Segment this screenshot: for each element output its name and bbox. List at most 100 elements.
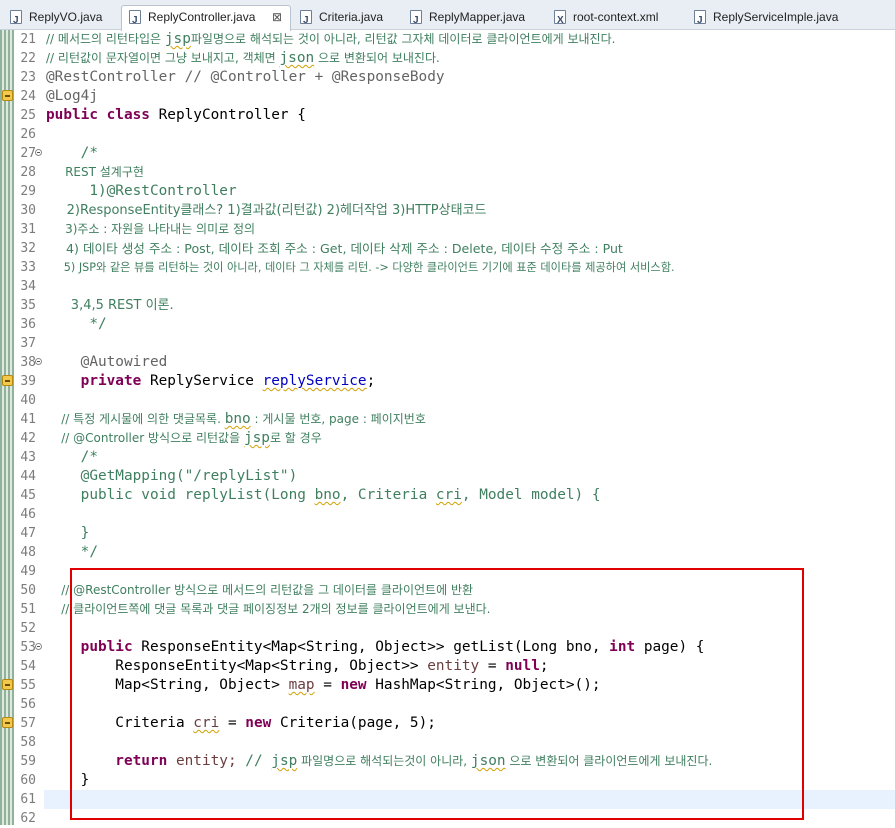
tab-replyvo[interactable]: ReplyVO.java xyxy=(2,5,120,29)
warning-marker-icon[interactable] xyxy=(2,375,13,386)
code-line: 48 */ xyxy=(0,543,895,562)
code-text: @Autowired xyxy=(46,354,168,370)
code-line: 42 // @Controller 방식으로 리턴값을 jsp로 할 경우 xyxy=(0,429,895,448)
highlight-annotation-box xyxy=(70,568,804,820)
tab-label: ReplyController.java xyxy=(148,10,256,24)
java-file-icon xyxy=(694,10,706,29)
line-number: 54 xyxy=(20,659,36,674)
line-number: 24 xyxy=(20,89,36,104)
java-file-icon xyxy=(10,10,22,29)
line-number: 50 xyxy=(20,583,36,598)
code-line: 40 xyxy=(0,391,895,410)
line-number: 39 xyxy=(20,374,36,389)
code-line: 35 3,4,5 REST 이론. xyxy=(0,296,895,315)
code-line: 46 xyxy=(0,505,895,524)
code-text: public void replyList(Long bno, Criteria… xyxy=(46,487,601,503)
code-line: 45 public void replyList(Long bno, Crite… xyxy=(0,486,895,505)
tab-label: ReplyMapper.java xyxy=(429,10,526,24)
code-text: // 메서드의 리턴타입은 jsp파일명으로 해석되는 것이 아니라, 리턴값 … xyxy=(46,31,616,47)
line-number: 46 xyxy=(20,507,36,522)
line-number: 45 xyxy=(20,488,36,503)
line-number: 53 xyxy=(20,640,36,655)
tab-label: root-context.xml xyxy=(573,10,659,24)
code-line: 21 // 메서드의 리턴타입은 jsp파일명으로 해석되는 것이 아니라, 리… xyxy=(0,30,895,49)
tab-replycontroller[interactable]: ReplyController.java ⊠ xyxy=(121,5,291,31)
code-line: 36 */ xyxy=(0,315,895,334)
tab-label: ReplyVO.java xyxy=(29,10,103,24)
warning-marker-icon[interactable] xyxy=(2,717,13,728)
warning-marker-icon[interactable] xyxy=(2,90,13,101)
tab-criteria[interactable]: Criteria.java xyxy=(292,5,400,29)
code-line: 47 } xyxy=(0,524,895,543)
line-number: 35 xyxy=(20,298,36,313)
line-number: 23 xyxy=(20,70,36,85)
line-number: 51 xyxy=(20,602,36,617)
line-number: 36 xyxy=(20,317,36,332)
line-number: 52 xyxy=(20,621,36,636)
line-number: 44 xyxy=(20,469,36,484)
line-number: 25 xyxy=(20,108,36,123)
line-number: 27 xyxy=(20,146,36,161)
code-text: 3)주소 : 자원을 나타내는 의미로 정의 xyxy=(46,222,256,236)
code-text: private ReplyService replyService; xyxy=(46,373,376,389)
code-line: 43 /* xyxy=(0,448,895,467)
code-line: 22 // 리턴값이 문자열이면 그냥 보내지고, 객체면 json 으로 변환… xyxy=(0,49,895,68)
line-number: 61 xyxy=(20,792,36,807)
line-number: 33 xyxy=(20,260,36,275)
code-editor[interactable]: 21 // 메서드의 리턴타입은 jsp파일명으로 해석되는 것이 아니라, 리… xyxy=(0,30,895,826)
line-number: 22 xyxy=(20,51,36,66)
code-text: 4) 데이타 생성 주소 : Post, 데이타 조회 주소 : Get, 데이… xyxy=(46,241,623,256)
code-line: 31 3)주소 : 자원을 나타내는 의미로 정의 xyxy=(0,220,895,239)
code-line: 25 public class ReplyController { xyxy=(0,106,895,125)
line-number: 60 xyxy=(20,773,36,788)
code-text: */ xyxy=(46,316,107,332)
line-number: 37 xyxy=(20,336,36,351)
java-file-icon xyxy=(300,10,312,29)
line-number: 58 xyxy=(20,735,36,750)
line-number: 62 xyxy=(20,811,36,826)
code-text: 2)ResponseEntity클래스? 1)결과값(리턴값) 2)헤더작업 3… xyxy=(46,203,487,218)
code-line: 38 @Autowired xyxy=(0,353,895,372)
code-line: 37 xyxy=(0,334,895,353)
line-number: 43 xyxy=(20,450,36,465)
code-line: 34 xyxy=(0,277,895,296)
line-number: 55 xyxy=(20,678,36,693)
fold-toggle-icon[interactable] xyxy=(35,358,42,365)
code-text: REST 설계구현 xyxy=(46,165,144,179)
java-file-icon xyxy=(410,10,422,29)
code-line: 44 @GetMapping("/replyList") xyxy=(0,467,895,486)
fold-toggle-icon[interactable] xyxy=(35,643,42,650)
line-number: 48 xyxy=(20,545,36,560)
code-text: @RestController // @Controller + @Respon… xyxy=(46,69,445,85)
code-text: // @Controller 방식으로 리턴값을 jsp로 할 경우 xyxy=(46,430,322,446)
line-number: 32 xyxy=(20,241,36,256)
code-line: 23 @RestController // @Controller + @Res… xyxy=(0,68,895,87)
code-text: // 특정 게시물에 의한 댓글목록. bno : 게시물 번호, page :… xyxy=(46,411,426,427)
code-text: /* xyxy=(46,449,98,465)
line-number: 31 xyxy=(20,222,36,237)
code-text: @GetMapping("/replyList") xyxy=(46,468,298,484)
code-line: 26 xyxy=(0,125,895,144)
line-number: 59 xyxy=(20,754,36,769)
tab-root-context[interactable]: root-context.xml xyxy=(546,5,684,29)
warning-marker-icon[interactable] xyxy=(2,679,13,690)
line-number: 49 xyxy=(20,564,36,579)
line-number: 26 xyxy=(20,127,36,142)
close-icon[interactable]: ⊠ xyxy=(272,6,282,28)
code-line: 33 5) JSP와 같은 뷰를 리턴하는 것이 아니라, 데이타 그 자체를 … xyxy=(0,258,895,277)
tab-label: Criteria.java xyxy=(319,10,384,24)
fold-toggle-icon[interactable] xyxy=(35,149,42,156)
line-number: 56 xyxy=(20,697,36,712)
line-number: 29 xyxy=(20,184,36,199)
tab-replymapper[interactable]: ReplyMapper.java xyxy=(402,5,544,29)
line-number: 28 xyxy=(20,165,36,180)
code-text: 5) JSP와 같은 뷰를 리턴하는 것이 아니라, 데이타 그 자체를 리턴.… xyxy=(46,261,675,274)
code-line: 28 REST 설계구현 xyxy=(0,163,895,182)
code-text: 1)@RestController xyxy=(46,183,237,199)
code-line: 24 @Log4j xyxy=(0,87,895,106)
code-line: 29 1)@RestController xyxy=(0,182,895,201)
xml-file-icon xyxy=(554,10,566,29)
code-line: 41 // 특정 게시물에 의한 댓글목록. bno : 게시물 번호, pag… xyxy=(0,410,895,429)
line-number: 38 xyxy=(20,355,36,370)
tab-replyserviceimple[interactable]: ReplyServiceImple.java xyxy=(686,5,858,29)
